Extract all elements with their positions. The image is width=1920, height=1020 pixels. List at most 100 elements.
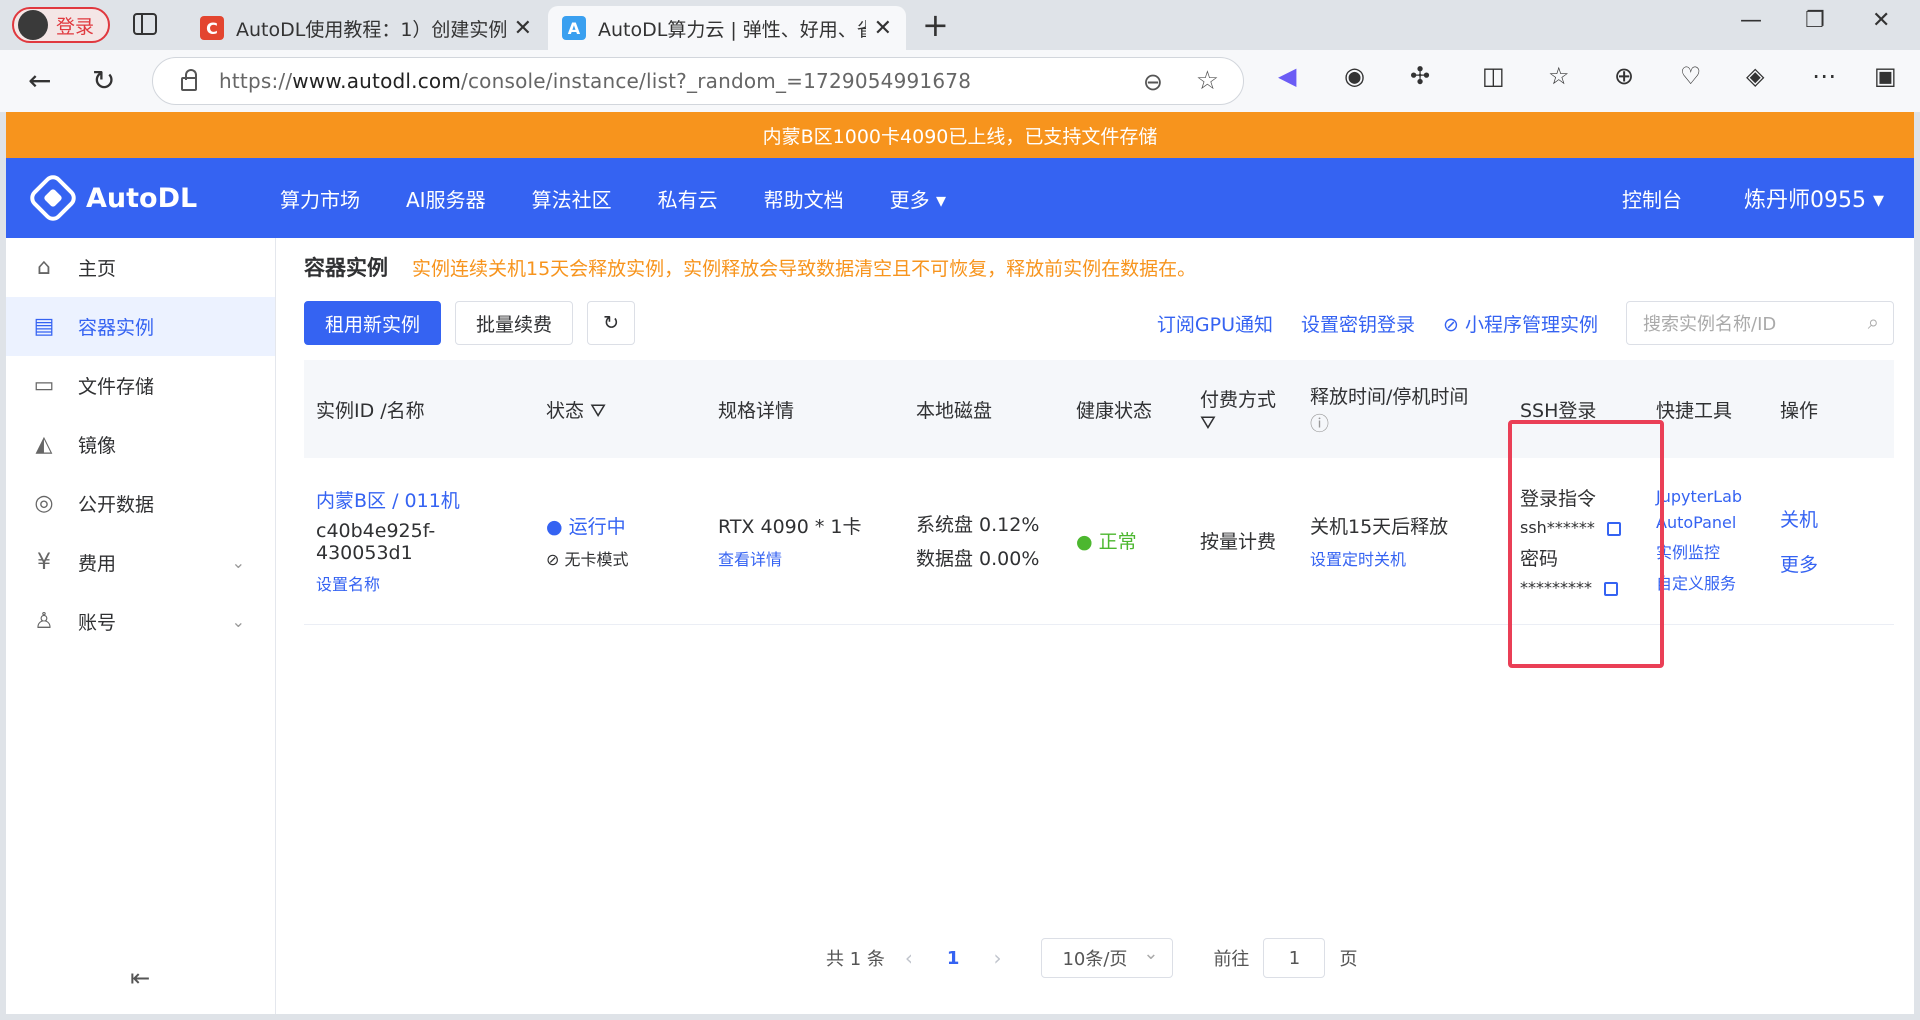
nav-console[interactable]: 控制台: [1622, 184, 1682, 213]
col-header-status[interactable]: 状态 ⛛: [534, 360, 706, 458]
sidebar-item-billing[interactable]: ¥ 费用 ⌄: [6, 533, 275, 592]
autopanel-link[interactable]: AutoPanel: [1656, 513, 1756, 532]
autodl-logo-icon: [26, 171, 80, 225]
home-icon: ⌂: [37, 255, 51, 280]
sidebar-item-images[interactable]: ◭ 镜像: [6, 415, 275, 474]
mode-text: 无卡模式: [564, 549, 629, 569]
instance-name-link[interactable]: 内蒙B区 / 011机: [316, 486, 522, 513]
prev-page-icon[interactable]: ‹: [905, 946, 913, 970]
more-menu-icon[interactable]: ⋯: [1812, 62, 1836, 90]
user-menu[interactable]: 炼丹师0955 ▾: [1744, 182, 1884, 214]
search-input[interactable]: 搜索实例名称/ID ⌕: [1626, 301, 1894, 345]
monitor-link[interactable]: 实例监控: [1656, 539, 1756, 563]
database-icon: ◎: [34, 491, 54, 516]
batch-renew-button[interactable]: 批量续费: [455, 301, 574, 345]
tab-favicon-icon: C: [200, 16, 224, 40]
extension-icon[interactable]: ◉: [1344, 62, 1365, 90]
nav-market[interactable]: 算力市场: [280, 184, 360, 213]
restore-icon[interactable]: ❐: [1805, 8, 1825, 33]
refresh-icon[interactable]: ↻: [587, 301, 636, 345]
split-screen-icon[interactable]: ◫: [1482, 62, 1505, 90]
collapse-sidebar-icon[interactable]: ⇤: [130, 964, 150, 992]
zoom-icon[interactable]: ⊖: [1143, 68, 1163, 96]
custom-service-link[interactable]: 自定义服务: [1656, 570, 1756, 594]
browser-essentials-icon[interactable]: ♡: [1680, 62, 1702, 90]
close-window-icon[interactable]: ✕: [1872, 8, 1890, 33]
tab-tutorial[interactable]: C AutoDL使用教程：1）创建实例 2 ✕: [186, 6, 546, 50]
search-icon: ⌕: [1867, 310, 1879, 334]
gpu-notify-link[interactable]: 订阅GPU通知: [1157, 310, 1273, 337]
more-ops-link[interactable]: 更多: [1780, 550, 1882, 577]
total-count: 共 1 条: [826, 949, 885, 970]
col-header-billing[interactable]: 付费方式 ⛛: [1188, 360, 1298, 458]
profile-label: 登录: [56, 15, 95, 38]
col-header-tools: 快捷工具: [1644, 360, 1768, 458]
password-value: *********: [1520, 578, 1592, 598]
collections-icon[interactable]: ⊕: [1614, 62, 1634, 90]
extensions-puzzle-icon[interactable]: ✣: [1410, 62, 1430, 90]
rent-instance-button[interactable]: 租用新实例: [304, 301, 442, 345]
favorite-star-icon[interactable]: ☆: [1196, 66, 1219, 96]
nav-community[interactable]: 算法社区: [532, 184, 612, 213]
col-header-release: 释放时间/停机时间 ⓘ: [1298, 360, 1508, 458]
set-name-link[interactable]: 设置名称: [316, 571, 522, 595]
top-navigation: AutoDL 算力市场 AI服务器 算法社区 私有云 帮助文档 更多 ▾ 控制台…: [6, 158, 1914, 238]
notice-banner[interactable]: 内蒙B区1000卡4090已上线，已支持文件存储: [6, 112, 1914, 158]
minimize-icon[interactable]: —: [1740, 8, 1762, 33]
nav-private-cloud[interactable]: 私有云: [658, 184, 718, 213]
next-page-icon[interactable]: ›: [993, 946, 1001, 970]
goto-page-input[interactable]: 1: [1263, 938, 1326, 978]
status-text: 运行中: [568, 515, 626, 538]
tab-favicon-icon: A: [562, 16, 586, 40]
miniprogram-link[interactable]: ⊘ 小程序管理实例: [1443, 310, 1598, 337]
status-dot-icon: ●: [546, 515, 569, 538]
address-bar[interactable]: https://www.autodl.com/console/instance/…: [152, 57, 1244, 105]
sidebar-item-account[interactable]: ♙ 账号 ⌄: [6, 592, 275, 651]
close-tab-icon[interactable]: ✕: [874, 16, 892, 41]
schedule-shutdown-link[interactable]: 设置定时关机: [1310, 546, 1496, 570]
copy-icon[interactable]: [1604, 581, 1618, 596]
back-icon[interactable]: ←: [28, 64, 51, 97]
sidebar-item-storage[interactable]: ▭ 文件存储: [6, 356, 275, 415]
sidebar-toggle-icon[interactable]: ▣: [1874, 62, 1897, 90]
copilot-icon[interactable]: ◈: [1746, 62, 1764, 90]
sidebar-item-home[interactable]: ⌂ 主页: [6, 238, 275, 297]
tab-autodl[interactable]: A AutoDL算力云 | 弹性、好用、省钱 ✕: [548, 6, 906, 50]
shutdown-link[interactable]: 关机: [1780, 505, 1882, 532]
filter-icon[interactable]: ⛛: [590, 400, 606, 422]
sidebar-item-datasets[interactable]: ◎ 公开数据: [6, 474, 275, 533]
current-page[interactable]: 1: [947, 948, 960, 969]
profile-button[interactable]: 登录: [12, 7, 111, 43]
nav-ai-server[interactable]: AI服务器: [406, 184, 486, 213]
ssh-cmd: ssh******: [1520, 518, 1595, 538]
no-gpu-icon: ⊘: [546, 549, 565, 569]
filter-icon[interactable]: ⛛: [1200, 412, 1286, 434]
page-size-select[interactable]: 10条/页: [1041, 938, 1174, 978]
copy-icon[interactable]: [1606, 521, 1621, 536]
help-icon[interactable]: ⓘ: [1310, 409, 1496, 436]
goto-label: 前往: [1213, 949, 1250, 970]
folder-icon: ▭: [33, 373, 55, 398]
spec-details-link[interactable]: 查看详情: [718, 546, 892, 570]
avatar: [18, 10, 48, 40]
sidebar-item-instances[interactable]: ▤ 容器实例: [6, 297, 275, 356]
web-page: 内蒙B区1000卡4090已上线，已支持文件存储 AutoDL 算力市场 AI服…: [6, 112, 1914, 1014]
refresh-icon[interactable]: ↻: [92, 64, 115, 97]
table-row: 内蒙B区 / 011机 c40b4e925f-430053d1 设置名称 ● 运…: [304, 458, 1894, 625]
nav-more[interactable]: 更多 ▾: [890, 184, 946, 213]
nav-docs[interactable]: 帮助文档: [764, 184, 844, 213]
tab-actions-icon[interactable]: [133, 13, 157, 35]
col-header-release-label: 释放时间/停机时间: [1310, 386, 1469, 408]
health-text: 正常: [1098, 531, 1137, 554]
ssh-key-link[interactable]: 设置密钥登录: [1301, 310, 1415, 337]
billing-text: 按量计费: [1188, 458, 1298, 625]
logo[interactable]: AutoDL: [26, 171, 264, 225]
close-tab-icon[interactable]: ✕: [514, 16, 532, 41]
favorites-icon[interactable]: ☆: [1548, 62, 1570, 90]
spec-text: RTX 4090 * 1卡: [718, 515, 862, 538]
jupyterlab-link[interactable]: JupyterLab: [1656, 487, 1756, 506]
extension-icon[interactable]: ◀: [1278, 62, 1296, 90]
col-header-disk: 本地磁盘: [904, 360, 1064, 458]
new-tab-icon[interactable]: +: [922, 6, 949, 44]
instance-table: 实例ID /名称 状态 ⛛ 规格详情 本地磁盘 健康状态 付费方式 ⛛ 释放时间/…: [304, 360, 1894, 625]
